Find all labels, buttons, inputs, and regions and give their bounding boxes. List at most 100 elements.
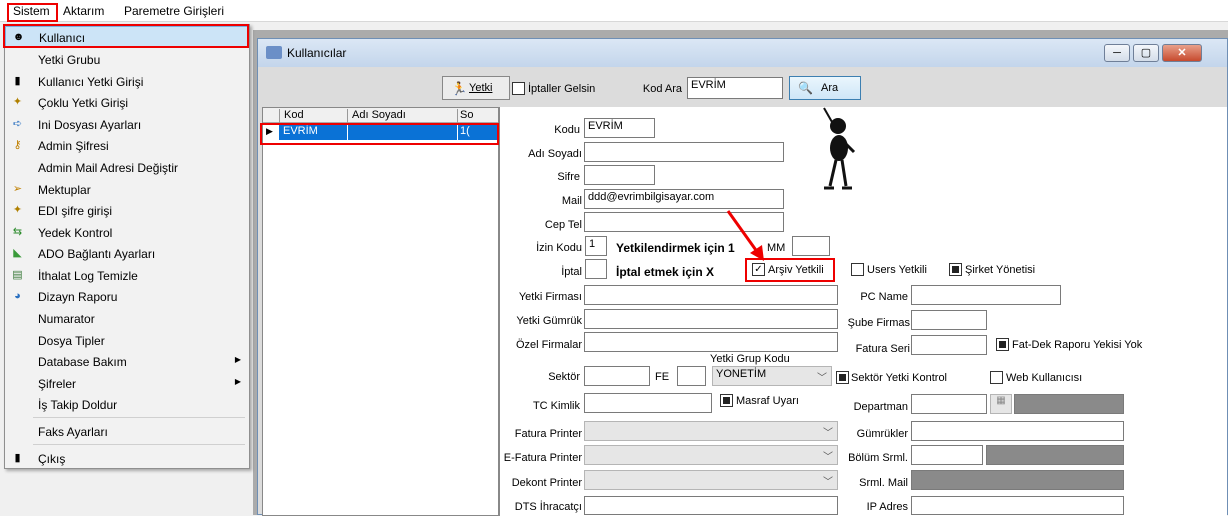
fatura-printer-combo[interactable]: ﹀ (584, 421, 838, 441)
yetki-firmasi-label: Yetki Firması (518, 291, 582, 303)
gumrukler-input[interactable] (911, 421, 1124, 441)
kodu-label: Kodu (554, 124, 580, 136)
menu-item-kullanici-yetki[interactable]: ▮ Kullanıcı Yetki Girişi (5, 71, 249, 93)
menu-parametre[interactable]: Paremetre Girişleri (124, 4, 224, 18)
menu-item-yedek[interactable]: ⇆ Yedek Kontrol (5, 222, 249, 244)
chevron-down-icon: ﹀ (817, 373, 827, 384)
yetki-button[interactable]: 🏃 Yetki (442, 76, 510, 100)
grup-kodu-value: YONETİM (716, 368, 767, 380)
ara-button[interactable]: 🔍 Ara (789, 76, 861, 100)
sube-firmas-input[interactable] (911, 310, 987, 330)
window-title-bar: Kullanıcılar ─ ▢ ✕ (258, 39, 1227, 67)
col-adi-soyadi[interactable]: Adı Soyadı (347, 109, 457, 123)
menu-item-admin-mail[interactable]: Admin Mail Adresi Değiştir (5, 157, 249, 179)
maximize-button[interactable]: ▢ (1133, 44, 1159, 62)
menu-item-faks[interactable]: Faks Ayarları (5, 421, 249, 443)
users-grid: Kod Adı Soyadı So ▶ EVRİM 1( (262, 107, 499, 516)
bolum-srml-name (986, 445, 1124, 465)
ip-adres-input[interactable] (911, 496, 1124, 515)
users-window: Kullanıcılar ─ ▢ ✕ 🏃 Yetki İptaller Gels… (257, 38, 1228, 516)
exit-icon: ▮ (14, 452, 21, 464)
yetki-button-label: Yetki (469, 82, 493, 94)
sektor-yetki-label: Sektör Yetki Kontrol (851, 372, 948, 384)
menu-item-ithalat-log[interactable]: ▤ İthalat Log Temizle (5, 265, 249, 287)
grup-kodu-combo[interactable]: YONETİM ﹀ (712, 366, 832, 386)
efatura-printer-label: E-Fatura Printer (503, 452, 582, 464)
menu-item-sifreler[interactable]: Şifreler ▶ (5, 373, 249, 395)
yetki-note: Yetkilendirmek için 1 (616, 241, 735, 255)
design-report-icon: ◕ (14, 290, 21, 302)
menu-item-ini[interactable]: ➪ Ini Dosyası Ayarları (5, 114, 249, 136)
menu-item-is-takip[interactable]: İş Takip Doldur (5, 394, 249, 416)
cep-tel-label: Cep Tel (544, 219, 582, 231)
menu-item-admin-sifresi[interactable]: ⚷ Admin Şifresi (5, 135, 249, 157)
ado-connection-icon: ◣ (13, 247, 22, 259)
close-button[interactable]: ✕ (1162, 44, 1202, 62)
sube-firmas-label: Şube Firmas (847, 317, 910, 329)
menu-aktarim[interactable]: Aktarım (63, 4, 104, 18)
mm-input[interactable] (792, 236, 830, 256)
edi-key-icon: ✦ (12, 204, 23, 216)
adi-soyadi-input[interactable] (584, 142, 784, 162)
sifre-label: Sifre (557, 171, 580, 183)
kodu-input[interactable]: EVRİM (584, 118, 655, 138)
menu-item-numarator[interactable]: Numarator (5, 308, 249, 330)
dts-input[interactable] (584, 496, 838, 515)
iptaller-checkbox[interactable] (512, 82, 525, 95)
users-yetkili-checkbox[interactable] (851, 263, 864, 276)
menu-item-ado[interactable]: ◣ ADO Bağlantı Ayarları (5, 243, 249, 265)
chevron-down-icon: ﹀ (823, 452, 833, 463)
sektor-input[interactable] (584, 366, 650, 386)
menu-item-edi[interactable]: ✦ EDI şifre girişi (5, 200, 249, 222)
ozel-firmalar-input[interactable] (584, 332, 838, 352)
iptaller-label: İptaller Gelsin (528, 83, 596, 95)
departman-input[interactable] (911, 394, 987, 414)
masraf-checkbox[interactable] (720, 394, 733, 407)
col-so[interactable]: So (457, 109, 498, 123)
kod-ara-input[interactable]: EVRİM (687, 77, 783, 99)
sirket-yonetisi-checkbox[interactable] (949, 263, 962, 276)
menu-item-cikis[interactable]: ▮ Çıkış (5, 448, 249, 470)
gumrukler-label: Gümrükler (856, 428, 908, 440)
fatdek-checkbox[interactable] (996, 338, 1009, 351)
calendar-icon[interactable]: ▦ (990, 394, 1012, 414)
ini-file-icon: ➪ (12, 118, 23, 130)
web-kullanicisi-checkbox[interactable] (990, 371, 1003, 384)
izin-kodu-input[interactable]: 1 (585, 236, 607, 256)
bolum-srml-input[interactable] (911, 445, 983, 465)
sifre-input[interactable] (584, 165, 655, 185)
departman-label: Departman (853, 401, 908, 413)
minimize-button[interactable]: ─ (1104, 44, 1130, 62)
menu-item-dizayn[interactable]: ◕ Dizayn Raporu (5, 286, 249, 308)
iptal-input[interactable] (585, 259, 607, 279)
pc-name-input[interactable] (911, 285, 1061, 305)
backup-icon: ⇆ (12, 226, 23, 238)
dekont-printer-combo[interactable]: ﹀ (584, 470, 838, 490)
sektor-yetki-checkbox[interactable] (836, 371, 849, 384)
yetki-gumruk-label: Yetki Gümrük (516, 315, 582, 327)
fe-input[interactable] (677, 366, 706, 386)
fatura-seri-input[interactable] (911, 335, 987, 355)
col-kod[interactable]: Kod (279, 109, 347, 123)
yetki-firmasi-input[interactable] (584, 285, 838, 305)
menu-item-mektuplar[interactable]: ➢ Mektuplar (5, 179, 249, 201)
tc-kimlik-label: TC Kimlik (532, 400, 580, 412)
users-yetkili-label: Users Yetkili (867, 264, 927, 276)
fatura-printer-label: Fatura Printer (514, 428, 582, 440)
menu-item-dosya-tipler[interactable]: Dosya Tipler (5, 330, 249, 352)
annotation-box-row (260, 123, 499, 145)
srml-mail-input[interactable] (911, 470, 1124, 490)
menu-item-coklu-yetki[interactable]: ✦ Çoklu Yetki Girişi (5, 92, 249, 114)
tc-kimlik-input[interactable] (584, 393, 712, 413)
iptal-note: İptal etmek için X (616, 265, 715, 279)
user-key-icon: ▮ (14, 75, 21, 87)
menu-item-yetki-grubu[interactable]: Yetki Grubu (5, 49, 249, 71)
mail-label: Mail (561, 195, 582, 207)
menu-separator (33, 417, 245, 418)
efatura-printer-combo[interactable]: ﹀ (584, 445, 838, 465)
menu-item-database-bakim[interactable]: Database Bakım ▶ (5, 351, 249, 373)
fatura-seri-label: Fatura Seri (855, 343, 910, 355)
yetki-gumruk-input[interactable] (584, 309, 838, 329)
sirket-yonetisi-label: Şirket Yönetisi (965, 264, 1036, 276)
masraf-label: Masraf Uyarı (736, 395, 799, 407)
